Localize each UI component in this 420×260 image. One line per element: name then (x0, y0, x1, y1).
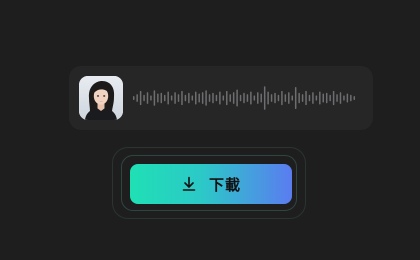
waveform-bar (263, 86, 266, 110)
waveform-bar (132, 96, 135, 100)
waveform-bar (157, 93, 159, 103)
waveform-bar (229, 94, 231, 102)
waveform-bar (308, 94, 311, 102)
waveform-bar (350, 94, 352, 102)
download-button-outer-ring: 下載 (112, 147, 306, 219)
waveform-bar (332, 90, 335, 106)
waveform-bar (301, 94, 304, 102)
waveform-bar (312, 92, 314, 104)
waveform-bar (215, 94, 218, 102)
waveform-bar (143, 94, 145, 102)
waveform-bar (288, 92, 290, 104)
waveform-bar (232, 92, 235, 104)
waveform-bar (267, 91, 269, 105)
waveform-bar (146, 92, 149, 104)
waveform-bar (226, 90, 228, 106)
waveform-bar (191, 95, 194, 101)
waveform-bar (346, 93, 349, 103)
waveform-bar (305, 90, 307, 106)
waveform-bar (281, 90, 283, 106)
waveform-bar (160, 92, 163, 104)
audio-preview-card (69, 66, 373, 130)
waveform-bar (219, 91, 221, 105)
waveform-bar (239, 94, 242, 102)
waveform-bar (343, 95, 345, 101)
waveform-bar (260, 93, 262, 103)
waveform-graphic (132, 86, 356, 110)
waveform-bar (243, 92, 245, 104)
waveform-bar (212, 92, 214, 104)
waveform-bar (336, 94, 338, 102)
portrait-avatar-icon (79, 76, 123, 120)
waveform-bar (325, 92, 328, 104)
waveform-bar (163, 94, 166, 102)
waveform-bar (136, 94, 138, 102)
waveform-bar (353, 96, 356, 100)
waveform-bar (139, 90, 142, 106)
waveform-bar (208, 94, 211, 102)
waveform-bar (277, 94, 280, 102)
waveform-bar (322, 93, 325, 103)
waveform-bar (170, 95, 173, 101)
speaker-avatar (79, 76, 123, 120)
waveform-bar (253, 95, 256, 101)
waveform-bar (184, 94, 187, 102)
download-button[interactable]: 下載 (130, 164, 292, 204)
waveform-bar (195, 91, 197, 105)
waveform-bar (177, 94, 180, 102)
waveform-bar (315, 95, 318, 101)
waveform-bar (174, 92, 176, 104)
waveform-bar (257, 92, 259, 104)
waveform-bar (329, 94, 331, 102)
waveform-bar (153, 90, 156, 106)
waveform-bar (188, 92, 190, 104)
waveform-bar (181, 90, 183, 106)
waveform-bar (205, 90, 207, 106)
download-icon (181, 176, 197, 192)
waveform-bar (294, 86, 297, 110)
waveform-bar (270, 94, 273, 102)
waveform-bar (198, 93, 200, 103)
download-label: 下載 (208, 175, 241, 194)
waveform-bar (250, 91, 252, 105)
waveform-bar (150, 95, 152, 101)
waveform-bar (284, 94, 287, 102)
download-button-inner-ring: 下載 (121, 155, 297, 211)
waveform-bar (298, 92, 300, 104)
audio-waveform[interactable] (132, 78, 356, 118)
waveform-bar (246, 94, 249, 102)
waveform-bar (222, 95, 225, 101)
waveform-bar (291, 95, 293, 101)
waveform-bar (236, 89, 238, 107)
waveform-bar (339, 92, 342, 104)
waveform-bar (167, 91, 169, 105)
waveform-bar (274, 92, 276, 104)
waveform-bar (201, 92, 204, 104)
waveform-bar (319, 91, 321, 105)
